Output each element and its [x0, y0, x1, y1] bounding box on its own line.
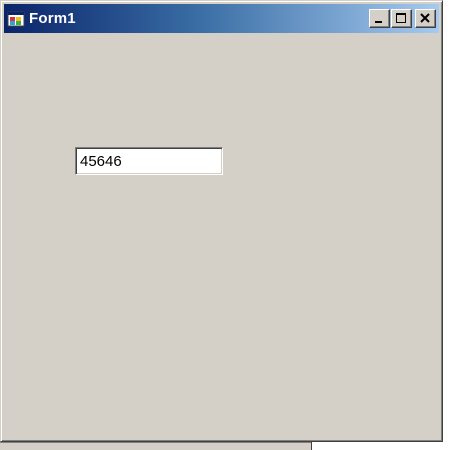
- form1-window: Form1: [0, 0, 443, 442]
- bottom-edge-blank: [311, 442, 450, 450]
- title-bar[interactable]: Form1: [4, 4, 439, 33]
- minimize-button[interactable]: [369, 9, 390, 28]
- close-icon: [420, 13, 430, 23]
- form-app-icon[interactable]: [7, 10, 25, 28]
- bottom-edge: [0, 442, 311, 450]
- maximize-icon: [396, 13, 406, 23]
- title-buttons: [369, 9, 436, 28]
- close-button[interactable]: [415, 9, 436, 28]
- window-title: Form1: [29, 10, 76, 27]
- value-textbox[interactable]: [75, 147, 223, 175]
- maximize-button[interactable]: [391, 9, 412, 28]
- minimize-icon: [375, 21, 382, 23]
